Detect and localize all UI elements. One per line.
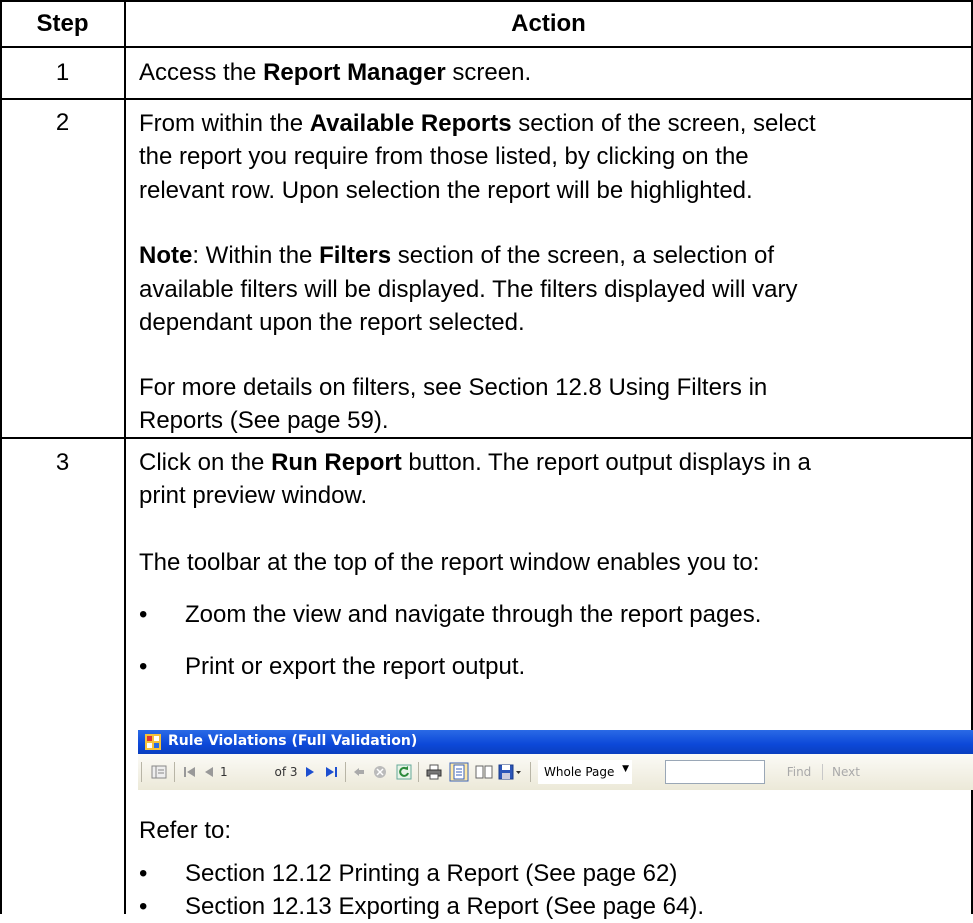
toolbar-separator bbox=[345, 762, 346, 782]
previous-page-button[interactable] bbox=[200, 754, 218, 790]
row-divider-1 bbox=[0, 98, 973, 100]
row2-line2: the report you require from those listed… bbox=[139, 143, 749, 170]
find-button[interactable]: Find bbox=[782, 754, 816, 790]
text-run: screen. bbox=[445, 59, 532, 86]
toolbar-grip bbox=[141, 762, 142, 782]
text-run: From within the bbox=[139, 110, 310, 137]
row2-line3: relevant row. Upon selection the report … bbox=[139, 177, 753, 204]
row1-text: Access the Report Manager screen. bbox=[139, 56, 531, 89]
previous-page-icon bbox=[205, 767, 213, 777]
report-toolbar: 1 of 3 Whole Page ▼ Find Next bbox=[138, 754, 973, 790]
print-button[interactable] bbox=[423, 754, 445, 790]
table-header-divider bbox=[0, 46, 973, 48]
refer-to-label: Refer to: bbox=[139, 817, 232, 844]
text-run: : Within the bbox=[192, 242, 320, 269]
find-text-input[interactable] bbox=[665, 760, 765, 784]
back-button[interactable] bbox=[350, 754, 368, 790]
bold-run: Run Report bbox=[271, 449, 402, 476]
bold-run: Available Reports bbox=[309, 110, 512, 137]
page-setup-icon bbox=[475, 765, 493, 779]
report-app-icon bbox=[145, 734, 161, 750]
row2-note-line3: dependant upon the report selected. bbox=[139, 309, 525, 336]
back-arrow-icon bbox=[354, 768, 364, 776]
current-page-input[interactable]: 1 bbox=[220, 754, 240, 790]
row2-note-line1: Note: Within the Filters section of the … bbox=[139, 239, 774, 272]
text-run: button. The report output displays in a bbox=[401, 449, 811, 476]
header-step: Step bbox=[36, 10, 89, 37]
bold-run: Note bbox=[139, 242, 193, 269]
first-page-button[interactable] bbox=[180, 754, 200, 790]
step-number-3: 3 bbox=[55, 449, 70, 476]
next-page-icon bbox=[306, 767, 314, 777]
row2-line1: From within the Available Reports sectio… bbox=[139, 107, 816, 140]
document-map-icon bbox=[151, 765, 167, 779]
last-page-button[interactable] bbox=[322, 754, 340, 790]
refer-bullet-text: Section 12.13 Exporting a Report (See pa… bbox=[185, 893, 704, 920]
report-viewer-screenshot: Rule Violations (Full Validation) 1 of 3 bbox=[138, 730, 973, 790]
window-title: Rule Violations (Full Validation) bbox=[168, 733, 418, 749]
bold-run: Filters bbox=[319, 242, 392, 269]
refresh-button[interactable] bbox=[394, 754, 414, 790]
chevron-down-icon: ▼ bbox=[622, 764, 629, 774]
step-number-1: 1 bbox=[55, 59, 70, 86]
bullet-text: Print or export the report output. bbox=[185, 653, 526, 680]
toggle-doc-map-button[interactable] bbox=[148, 754, 170, 790]
export-save-icon bbox=[498, 764, 521, 780]
page-count-label: of 3 bbox=[274, 765, 298, 779]
row2-filter-line1: For more details on filters, see Section… bbox=[139, 374, 768, 401]
refresh-icon bbox=[396, 764, 412, 780]
zoom-select-value: Whole Page bbox=[544, 765, 615, 779]
step-number-2: 2 bbox=[55, 109, 70, 136]
row2-note-line2: available filters will be displayed. The… bbox=[139, 276, 798, 303]
row2-filter-line2: Reports (See page 59). bbox=[139, 407, 389, 434]
row3-line1: Click on the Run Report button. The repo… bbox=[139, 446, 811, 479]
bullet-text: Zoom the view and navigate through the r… bbox=[185, 601, 762, 628]
bullet-dot: • bbox=[139, 860, 148, 887]
print-layout-icon bbox=[449, 762, 469, 782]
row3-line3: The toolbar at the top of the report win… bbox=[139, 549, 760, 576]
row-divider-2 bbox=[0, 437, 973, 439]
text-run: section of the screen, select bbox=[511, 110, 816, 137]
last-page-icon bbox=[326, 767, 337, 777]
refer-bullet-text: Section 12.12 Printing a Report (See pag… bbox=[185, 860, 678, 887]
next-page-button[interactable] bbox=[302, 754, 318, 790]
toolbar-separator bbox=[418, 762, 419, 782]
bullet-dot: • bbox=[139, 893, 148, 920]
printer-icon bbox=[426, 764, 442, 780]
export-button[interactable] bbox=[497, 754, 523, 790]
find-next-button[interactable]: Next bbox=[828, 754, 864, 790]
toolbar-separator bbox=[174, 762, 175, 782]
toolbar-separator bbox=[822, 764, 823, 780]
stop-button[interactable] bbox=[370, 754, 390, 790]
procedure-table: Step Action 1 2 3 Access the Report Mana… bbox=[0, 0, 973, 920]
window-titlebar: Rule Violations (Full Validation) bbox=[138, 730, 973, 754]
bullet-dot: • bbox=[139, 601, 148, 628]
bold-run: Report Manager bbox=[263, 59, 446, 86]
text-run: Access the bbox=[139, 59, 264, 86]
header-action: Action bbox=[511, 10, 586, 37]
stop-icon bbox=[374, 766, 386, 778]
print-layout-button[interactable] bbox=[447, 754, 471, 790]
zoom-select[interactable]: Whole Page ▼ bbox=[538, 760, 632, 784]
toolbar-separator bbox=[530, 762, 531, 782]
first-page-icon bbox=[184, 767, 195, 777]
page-setup-button[interactable] bbox=[473, 754, 495, 790]
table-border-top bbox=[0, 0, 973, 2]
text-run: section of the screen, a selection of bbox=[391, 242, 774, 269]
text-run: Click on the bbox=[139, 449, 272, 476]
row3-line2: print preview window. bbox=[139, 482, 368, 509]
bullet-dot: • bbox=[139, 653, 148, 680]
